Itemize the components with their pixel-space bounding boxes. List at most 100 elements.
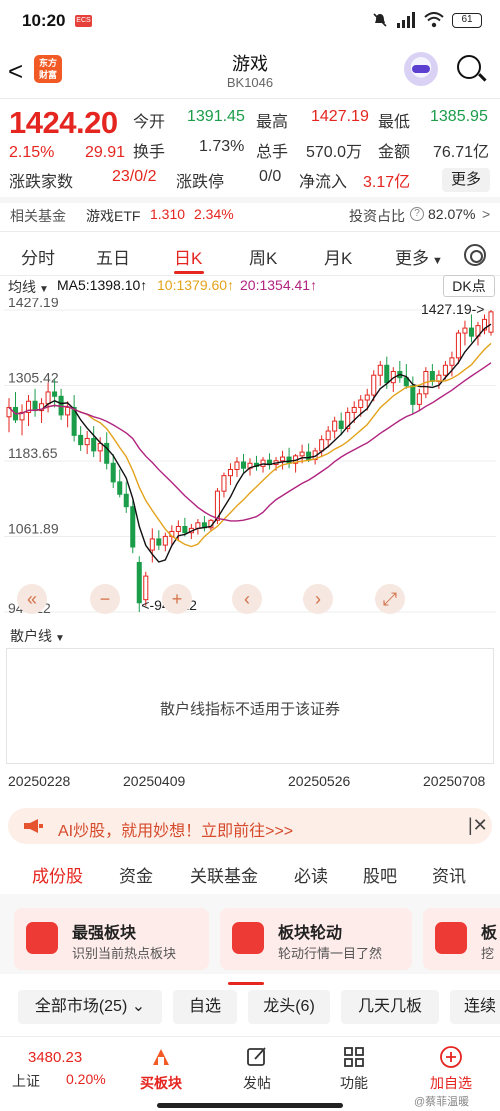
nav-label: 功能: [340, 1075, 368, 1091]
clock: 10:20: [22, 11, 66, 30]
filter-consecutive-limit[interactable]: 几天几板: [341, 990, 439, 1024]
ratio-value: 82.07%: [428, 206, 476, 222]
layers-icon: [435, 922, 467, 954]
candle-body: [286, 456, 292, 464]
fund-label: 相关基金: [10, 208, 66, 224]
caret-down-icon: ▼: [55, 633, 65, 644]
nav-post[interactable]: 发帖: [227, 1045, 287, 1093]
candle-body: [182, 526, 188, 534]
amount-value: 76.71亿: [433, 144, 490, 161]
watermark: @蔡菲温暖: [414, 1096, 470, 1108]
filter-streak[interactable]: 连续: [450, 990, 500, 1024]
candle-body: [338, 420, 344, 430]
tab-monthly-k[interactable]: 月K: [324, 244, 352, 269]
nav-buy-sector[interactable]: 买板块: [131, 1045, 191, 1093]
battery-icon: 61: [452, 12, 482, 28]
tab-news[interactable]: 资讯: [432, 862, 466, 887]
kline-chart[interactable]: 1427.191305.421183.651061.89940.121427.1…: [0, 298, 500, 620]
candle-body: [364, 394, 370, 401]
tab-five-day[interactable]: 五日: [96, 244, 130, 269]
line-type-select[interactable]: 均线 ▼: [8, 277, 49, 297]
gear-icon[interactable]: [464, 244, 486, 266]
market-filter[interactable]: 全部市场(25) ⌄: [18, 990, 162, 1024]
divider: [0, 197, 500, 203]
inflow-value: 3.17亿: [363, 174, 411, 191]
fund-name[interactable]: 游戏ETF: [86, 206, 140, 226]
candle-body: [468, 327, 474, 337]
question-icon[interactable]: ?: [410, 207, 424, 221]
candle-body: [462, 327, 468, 334]
y-axis-label: 1061.89: [8, 520, 59, 536]
tab-related-funds[interactable]: 关联基金: [190, 862, 258, 887]
high-label: 最高: [256, 114, 289, 131]
fullscreen-icon[interactable]: ⤢: [375, 584, 405, 614]
candle-body: [156, 538, 162, 546]
zoom-in-icon[interactable]: +: [162, 584, 192, 614]
chevron-right-icon[interactable]: >: [482, 206, 490, 222]
sub-indicator-select[interactable]: 散户线 ▼: [10, 626, 65, 646]
index-value[interactable]: 3480.23: [28, 1049, 82, 1066]
candle-body: [260, 459, 266, 467]
tab-constituents[interactable]: 成份股: [32, 862, 83, 887]
ai-assistant-icon[interactable]: [404, 52, 438, 86]
filter-leaders[interactable]: 龙头(6): [248, 990, 330, 1024]
card-title: 板块轮动: [278, 925, 343, 942]
tab-more[interactable]: 更多 ▼: [395, 244, 443, 269]
wifi-icon: [424, 12, 444, 28]
updown-value: 23/0/2: [112, 168, 157, 185]
status-bar: 10:20 ECS 61: [0, 0, 500, 42]
scroll-left-fast-icon[interactable]: «: [17, 584, 47, 614]
candle-body: [117, 481, 123, 495]
limit-value: 0/0: [259, 168, 282, 185]
index-pct: 0.20%: [66, 1071, 106, 1087]
candle-body: [488, 311, 494, 333]
scroll-left-icon[interactable]: ‹: [232, 584, 262, 614]
tab-weekly-k[interactable]: 周K: [249, 244, 277, 269]
candle-body: [123, 493, 129, 508]
candle-body: [351, 406, 357, 413]
grid-icon: [344, 1047, 364, 1067]
nav-add-watchlist[interactable]: 加自选: [421, 1045, 481, 1093]
candle-body: [449, 357, 455, 366]
candle-body: [52, 391, 58, 397]
tab-daily-k[interactable]: 日K: [174, 244, 202, 269]
sector-rotation-card[interactable]: 板块轮动 轮动行情一目了然: [220, 908, 412, 970]
edit-icon: [247, 1047, 266, 1066]
open-value: 1391.45: [187, 108, 245, 125]
x-date-label: 20250708: [423, 773, 486, 789]
candle-body: [234, 461, 240, 470]
updown-label: 涨跌家数: [9, 174, 74, 191]
tab-intraday[interactable]: 分时: [21, 244, 55, 269]
dk-point-button[interactable]: DK点: [443, 275, 495, 297]
card-subtitle: 轮动行情一目了然: [278, 946, 383, 961]
candle-body: [65, 406, 71, 416]
strongest-sector-card[interactable]: 最强板块 识别当前热点板块: [14, 908, 209, 970]
zoom-out-icon[interactable]: −: [90, 584, 120, 614]
ma5-value: MA5:1398.10↑: [57, 277, 148, 293]
ai-promo-banner[interactable]: AI炒股，就用妙想！立即前往>>> |✕: [8, 808, 492, 844]
bottom-nav: 3480.23 上证 0.20% 买板块 发帖 功能 加自选 @蔡菲温暖: [0, 1036, 500, 1111]
candle-body: [410, 385, 416, 405]
volume-label: 总手: [256, 144, 289, 161]
divider: [0, 275, 500, 276]
candle-body: [306, 451, 312, 461]
tab-forum[interactable]: 股吧: [363, 862, 397, 887]
nav-label: 加自选: [430, 1075, 472, 1091]
card-subtitle: 识别当前热点板块: [72, 946, 177, 961]
inflow-label: 净流入: [299, 174, 348, 191]
more-quote-button[interactable]: 更多: [442, 168, 490, 192]
third-feature-card[interactable]: 板 挖: [423, 908, 500, 970]
period-tabs: 分时 五日 日K 周K 月K 更多 ▼: [0, 236, 500, 274]
candle-body: [319, 439, 325, 452]
scroll-right-icon[interactable]: ›: [303, 584, 333, 614]
related-fund-row[interactable]: 相关基金 游戏ETF 1.310 2.34% 投资占比 ? 82.07% >: [0, 204, 500, 226]
search-icon[interactable]: [457, 55, 481, 79]
home-indicator: [157, 1103, 343, 1108]
nav-functions[interactable]: 功能: [324, 1045, 384, 1093]
tab-must-read[interactable]: 必读: [294, 862, 328, 887]
filter-chips: 全部市场(25) ⌄ 自选 龙头(6) 几天几板 连续: [0, 990, 500, 1030]
index-name[interactable]: 上证: [12, 1071, 40, 1091]
tab-capital[interactable]: 资金: [119, 862, 153, 887]
close-icon[interactable]: |✕: [468, 815, 488, 836]
filter-watchlist[interactable]: 自选: [173, 990, 237, 1024]
